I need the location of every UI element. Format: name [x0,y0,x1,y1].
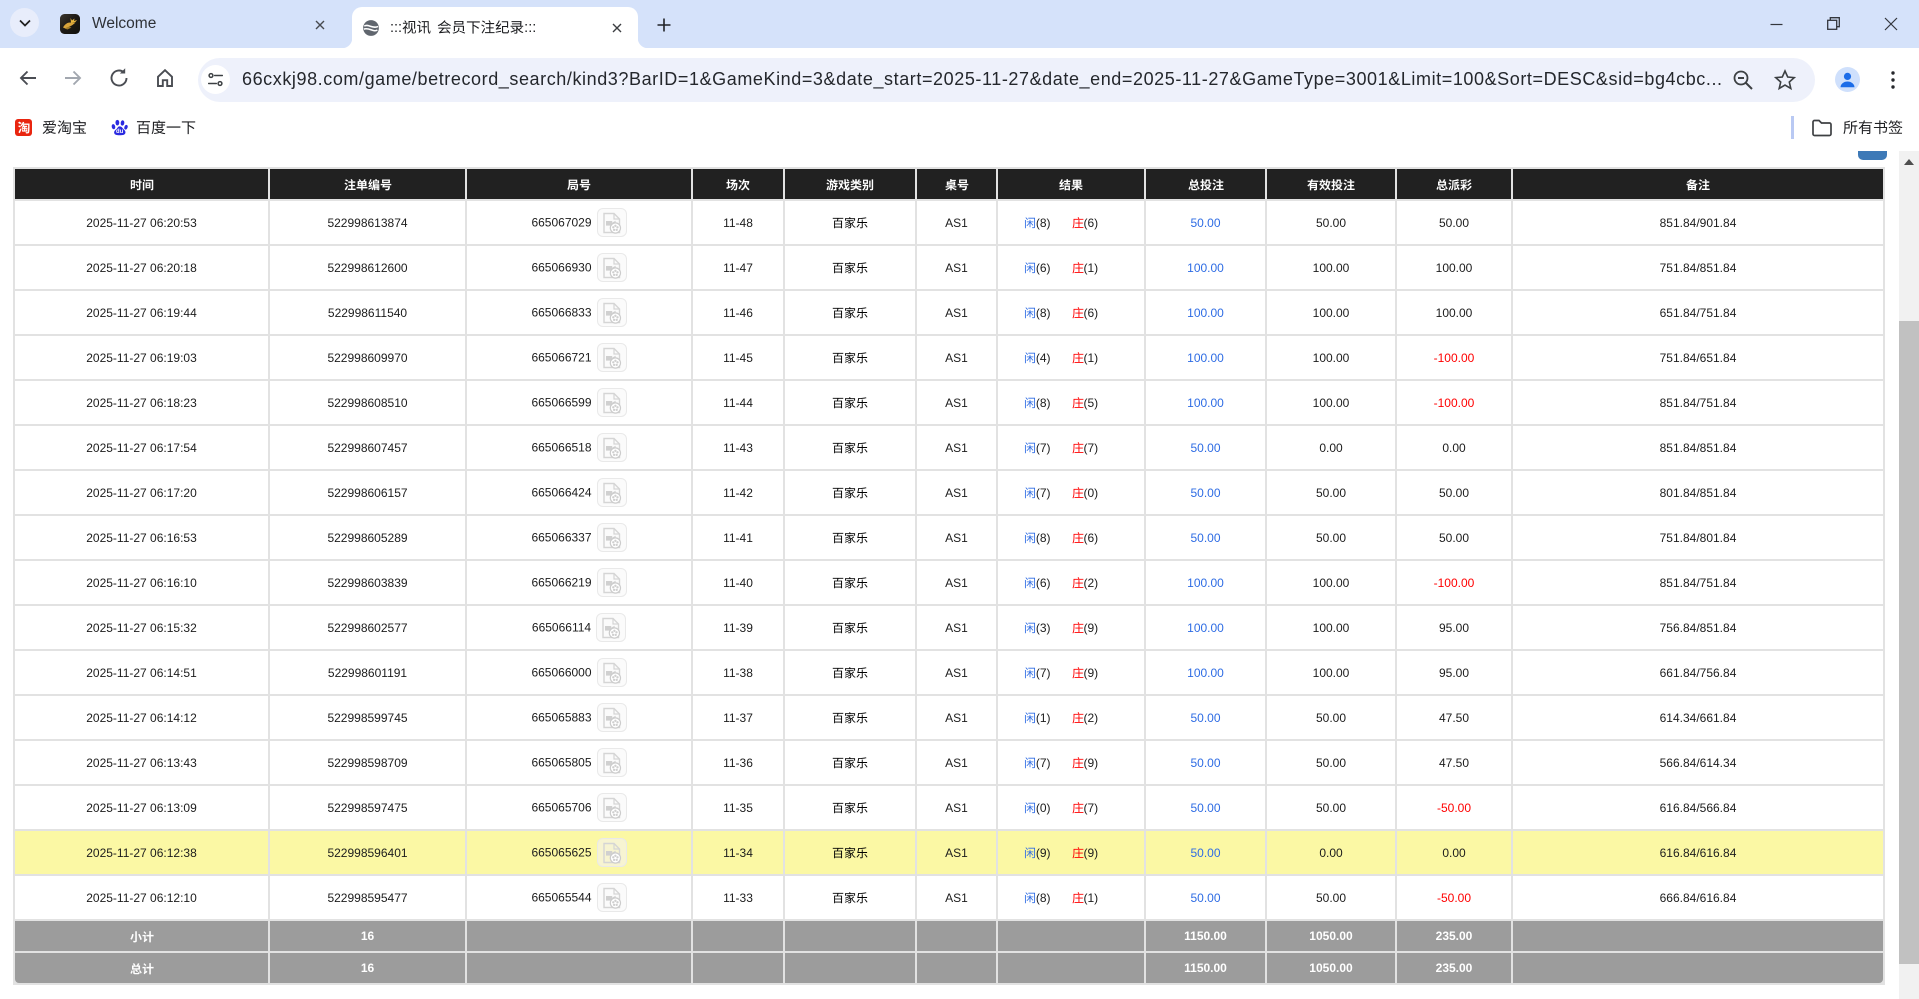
svg-text:du: du [116,129,124,135]
